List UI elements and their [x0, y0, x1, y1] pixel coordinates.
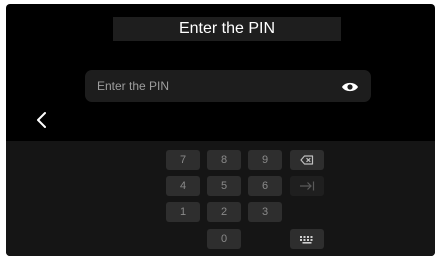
- pin-input[interactable]: Enter the PIN: [85, 70, 371, 102]
- key-8[interactable]: 8: [207, 150, 241, 170]
- tab-key[interactable]: [290, 176, 324, 196]
- chevron-left-icon[interactable]: [34, 110, 50, 130]
- key-3[interactable]: 3: [248, 202, 282, 222]
- keyboard-icon: [290, 229, 324, 249]
- key-2[interactable]: 2: [207, 202, 241, 222]
- numeric-keypad: 7 8 9 4 5 6 1 2 3 0: [6, 141, 435, 256]
- tab-icon: [290, 176, 324, 196]
- key-1[interactable]: 1: [166, 202, 200, 222]
- key-6[interactable]: 6: [248, 176, 282, 196]
- eye-icon[interactable]: [341, 80, 359, 92]
- pin-input-placeholder: Enter the PIN: [97, 79, 170, 93]
- page-title: Enter the PIN: [113, 17, 341, 41]
- backspace-icon: [290, 150, 324, 170]
- key-0[interactable]: 0: [207, 229, 241, 249]
- key-9[interactable]: 9: [248, 150, 282, 170]
- key-5[interactable]: 5: [207, 176, 241, 196]
- keyboard-key[interactable]: [290, 229, 324, 249]
- key-7[interactable]: 7: [166, 150, 200, 170]
- backspace-key[interactable]: [290, 150, 324, 170]
- pin-entry-screen: Enter the PIN Enter the PIN 7 8 9 4 5 6 …: [6, 4, 435, 256]
- key-4[interactable]: 4: [166, 176, 200, 196]
